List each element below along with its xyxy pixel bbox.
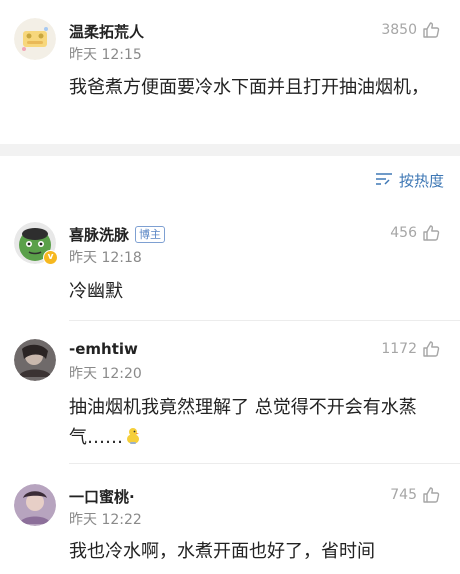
sort-label: 按热度	[398, 172, 444, 190]
avatar[interactable]	[14, 484, 56, 526]
like-button[interactable]: 3850	[381, 20, 440, 40]
thumbs-up-icon	[422, 340, 440, 358]
username[interactable]: 一口蜜桃·	[69, 486, 135, 507]
comment-text: 冷幽默	[69, 281, 123, 302]
comment-time: 昨天 12:15	[69, 47, 142, 63]
comment-time: 昨天 12:20	[69, 366, 142, 382]
comment-text: 我也冷水啊，水煮开面也好了，省时间	[69, 541, 375, 562]
like-count: 745	[390, 487, 417, 503]
like-count: 1172	[381, 341, 417, 357]
sort-toggle[interactable]: 按热度	[375, 170, 444, 191]
username[interactable]: 温柔拓荒人	[69, 21, 144, 42]
avatar[interactable]	[14, 18, 56, 60]
username-text: 喜脉洗脉	[69, 226, 130, 244]
author-badge: 博主	[135, 226, 166, 243]
username[interactable]: 喜脉洗脉 博主	[69, 224, 166, 245]
like-button[interactable]: 745	[390, 485, 440, 505]
comment-text: 我爸煮方便面要冷水下面并且打开抽油烟机，	[69, 77, 429, 98]
thumbs-up-icon	[422, 224, 440, 242]
comment-separator	[69, 463, 460, 464]
like-count: 3850	[381, 22, 417, 38]
username[interactable]: -emhtiw	[69, 340, 138, 358]
avatar[interactable]	[14, 339, 56, 381]
duck-emoji-icon	[125, 425, 141, 455]
verified-badge-icon: v	[43, 250, 58, 265]
comment-separator	[69, 320, 460, 321]
comment-time: 昨天 12:18	[69, 250, 142, 266]
comment-text-content: 抽油烟机我竟然理解了 总觉得不开会有水蒸气……	[69, 397, 417, 448]
comment-text: 抽油烟机我竟然理解了 总觉得不开会有水蒸气……	[69, 393, 444, 455]
section-divider	[0, 144, 460, 156]
like-count: 456	[390, 225, 417, 241]
like-button[interactable]: 1172	[381, 339, 440, 359]
like-button[interactable]: 456	[390, 223, 440, 243]
thumbs-up-icon	[422, 21, 440, 39]
comment-time: 昨天 12:22	[69, 512, 142, 528]
thumbs-up-icon	[422, 486, 440, 504]
sort-icon	[375, 172, 393, 190]
